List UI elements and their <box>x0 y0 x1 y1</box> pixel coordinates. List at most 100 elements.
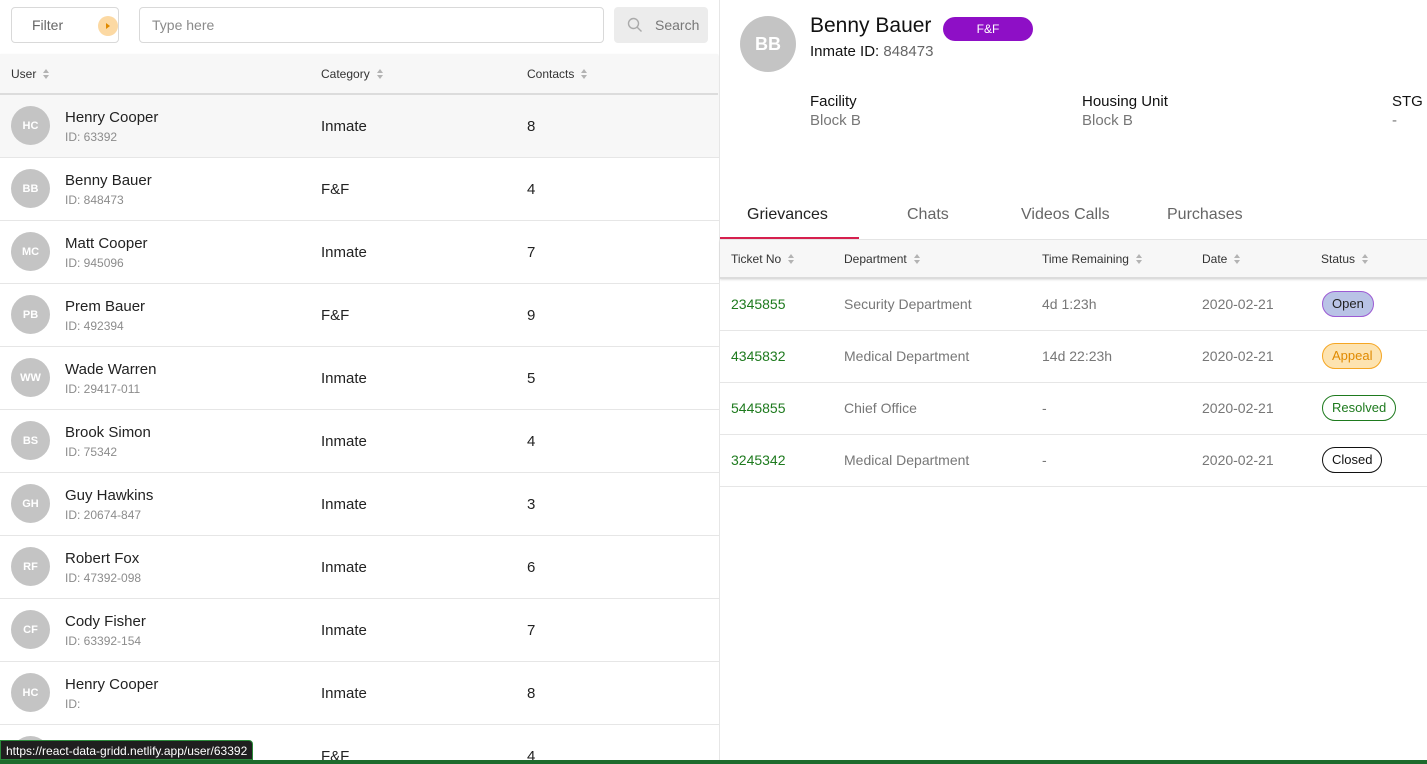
user-contacts: 5 <box>527 370 536 387</box>
department-cell: Chief Office <box>844 400 917 416</box>
date-cell: 2020-02-21 <box>1202 348 1274 364</box>
sort-icon <box>788 254 795 264</box>
column-header-label: Department <box>844 252 907 266</box>
user-row[interactable]: HC Henry Cooper ID: Inmate 8 <box>0 662 719 725</box>
user-contacts: 3 <box>527 496 536 513</box>
column-header-label: Category <box>321 67 370 81</box>
avatar: BS <box>11 421 50 460</box>
user-row[interactable]: GH Guy Hawkins ID: 20674-847 Inmate 3 <box>0 473 719 536</box>
filter-button[interactable]: Filter <box>11 7 119 43</box>
status-badge: Closed <box>1322 447 1383 473</box>
sort-icon <box>913 254 920 264</box>
column-header-department[interactable]: Department <box>844 252 920 266</box>
avatar: HC <box>11 106 50 145</box>
user-row[interactable]: WW Wade Warren ID: 29417-011 Inmate 5 <box>0 347 719 410</box>
housing-unit-field: Housing Unit Block B <box>1082 93 1168 129</box>
avatar: MC <box>11 232 50 271</box>
user-contacts: 7 <box>527 244 536 261</box>
tab-chats[interactable]: Chats <box>907 206 949 224</box>
ticket-link[interactable]: 5445855 <box>731 400 786 416</box>
status-badge: Appeal <box>1322 343 1383 369</box>
column-header-label: Contacts <box>527 67 575 81</box>
field-label: Facility <box>810 93 857 110</box>
grievance-row[interactable]: 3245342 Medical Department - 2020-02-21 … <box>720 435 1427 487</box>
user-name: Matt Cooper <box>65 235 148 252</box>
column-header-category[interactable]: Category <box>321 67 383 81</box>
user-category: Inmate <box>321 244 367 261</box>
grievances-table: 2345855 Security Department 4d 1:23h 202… <box>720 279 1427 487</box>
status-badge: Resolved <box>1322 395 1397 421</box>
profile-inmate-id: Inmate ID: 848473 <box>810 43 933 60</box>
status-badge: Open <box>1322 291 1374 317</box>
user-id: ID: 75342 <box>65 445 118 459</box>
grievance-row[interactable]: 2345855 Security Department 4d 1:23h 202… <box>720 279 1427 331</box>
user-name: Benny Bauer <box>65 172 152 189</box>
grievance-row[interactable]: 5445855 Chief Office - 2020-02-21 Resolv… <box>720 383 1427 435</box>
inmate-id-label: Inmate ID: <box>810 43 880 60</box>
user-row[interactable]: MC Matt Cooper ID: 945096 Inmate 7 <box>0 221 719 284</box>
user-category: Inmate <box>321 118 367 135</box>
user-name: Brook Simon <box>65 424 151 441</box>
active-tab-indicator <box>720 237 859 239</box>
column-header-ticket-no[interactable]: Ticket No <box>731 252 795 266</box>
user-id: ID: 20674-847 <box>65 508 142 522</box>
user-category: Inmate <box>321 370 367 387</box>
column-header-status[interactable]: Status <box>1321 252 1369 266</box>
search-label: Search <box>655 17 700 33</box>
column-header-time-remaining[interactable]: Time Remaining <box>1042 252 1142 266</box>
toolbar: Filter Search <box>0 0 719 54</box>
column-header-contacts[interactable]: Contacts <box>527 67 588 81</box>
user-contacts: 7 <box>527 622 536 639</box>
user-name: Cody Fisher <box>65 613 146 630</box>
field-value: - <box>1392 112 1397 129</box>
column-header-user[interactable]: User <box>11 67 50 81</box>
column-header-date[interactable]: Date <box>1202 252 1241 266</box>
user-list-header: User Category Contacts <box>0 54 718 95</box>
ticket-link[interactable]: 2345855 <box>731 296 786 312</box>
user-contacts: 6 <box>527 559 536 576</box>
time-remaining-cell: - <box>1042 452 1047 468</box>
tab-grievances[interactable]: Grievances <box>747 206 828 224</box>
user-row[interactable]: BB Benny Bauer ID: 848473 F&F 4 <box>0 158 719 221</box>
user-row[interactable]: CF Cody Fisher ID: 63392-154 Inmate 7 <box>0 599 719 662</box>
sort-icon <box>1234 254 1241 264</box>
user-detail-pane: BB Benny Bauer F&F Inmate ID: 848473 Fac… <box>720 0 1427 760</box>
time-remaining-cell: - <box>1042 400 1047 416</box>
date-cell: 2020-02-21 <box>1202 296 1274 312</box>
grievance-row[interactable]: 4345832 Medical Department 14d 22:23h 20… <box>720 331 1427 383</box>
time-remaining-cell: 4d 1:23h <box>1042 296 1097 312</box>
column-header-label: Ticket No <box>731 252 782 266</box>
column-header-label: Date <box>1202 252 1228 266</box>
filter-arrow-icon <box>98 16 118 36</box>
search-button[interactable]: Search <box>614 7 708 43</box>
field-label: STG <box>1392 93 1423 110</box>
user-row[interactable]: PB Prem Bauer ID: 492394 F&F 9 <box>0 284 719 347</box>
user-name: Guy Hawkins <box>65 487 154 504</box>
user-id: ID: 492394 <box>65 319 124 333</box>
user-category: F&F <box>321 181 350 198</box>
user-id: ID: 29417-011 <box>65 382 141 396</box>
profile-name: Benny Bauer <box>810 14 932 37</box>
user-contacts: 9 <box>527 307 536 324</box>
search-input[interactable] <box>139 7 604 43</box>
department-cell: Medical Department <box>844 348 970 364</box>
inmate-id-value: 848473 <box>883 43 934 60</box>
avatar: WW <box>11 358 50 397</box>
ticket-link[interactable]: 4345832 <box>731 348 786 364</box>
user-category: Inmate <box>321 685 367 702</box>
tab-videos-calls[interactable]: Videos Calls <box>1021 206 1110 224</box>
user-name: Henry Cooper <box>65 109 159 126</box>
sort-icon <box>43 69 50 79</box>
ticket-link[interactable]: 3245342 <box>731 452 786 468</box>
user-row[interactable]: BS Brook Simon ID: 75342 Inmate 4 <box>0 410 719 473</box>
user-list: HC Henry Cooper ID: 63392 Inmate 8 BB Be… <box>0 95 719 764</box>
user-category: Inmate <box>321 433 367 450</box>
user-contacts: 8 <box>527 685 536 702</box>
user-row[interactable]: RF Robert Fox ID: 47392-098 Inmate 6 <box>0 536 719 599</box>
user-id: ID: 848473 <box>65 193 124 207</box>
user-row[interactable]: HC Henry Cooper ID: 63392 Inmate 8 <box>0 95 719 158</box>
user-id: ID: 47392-098 <box>65 571 142 585</box>
sort-icon <box>581 69 588 79</box>
sort-icon <box>1362 254 1369 264</box>
tab-purchases[interactable]: Purchases <box>1167 206 1243 224</box>
